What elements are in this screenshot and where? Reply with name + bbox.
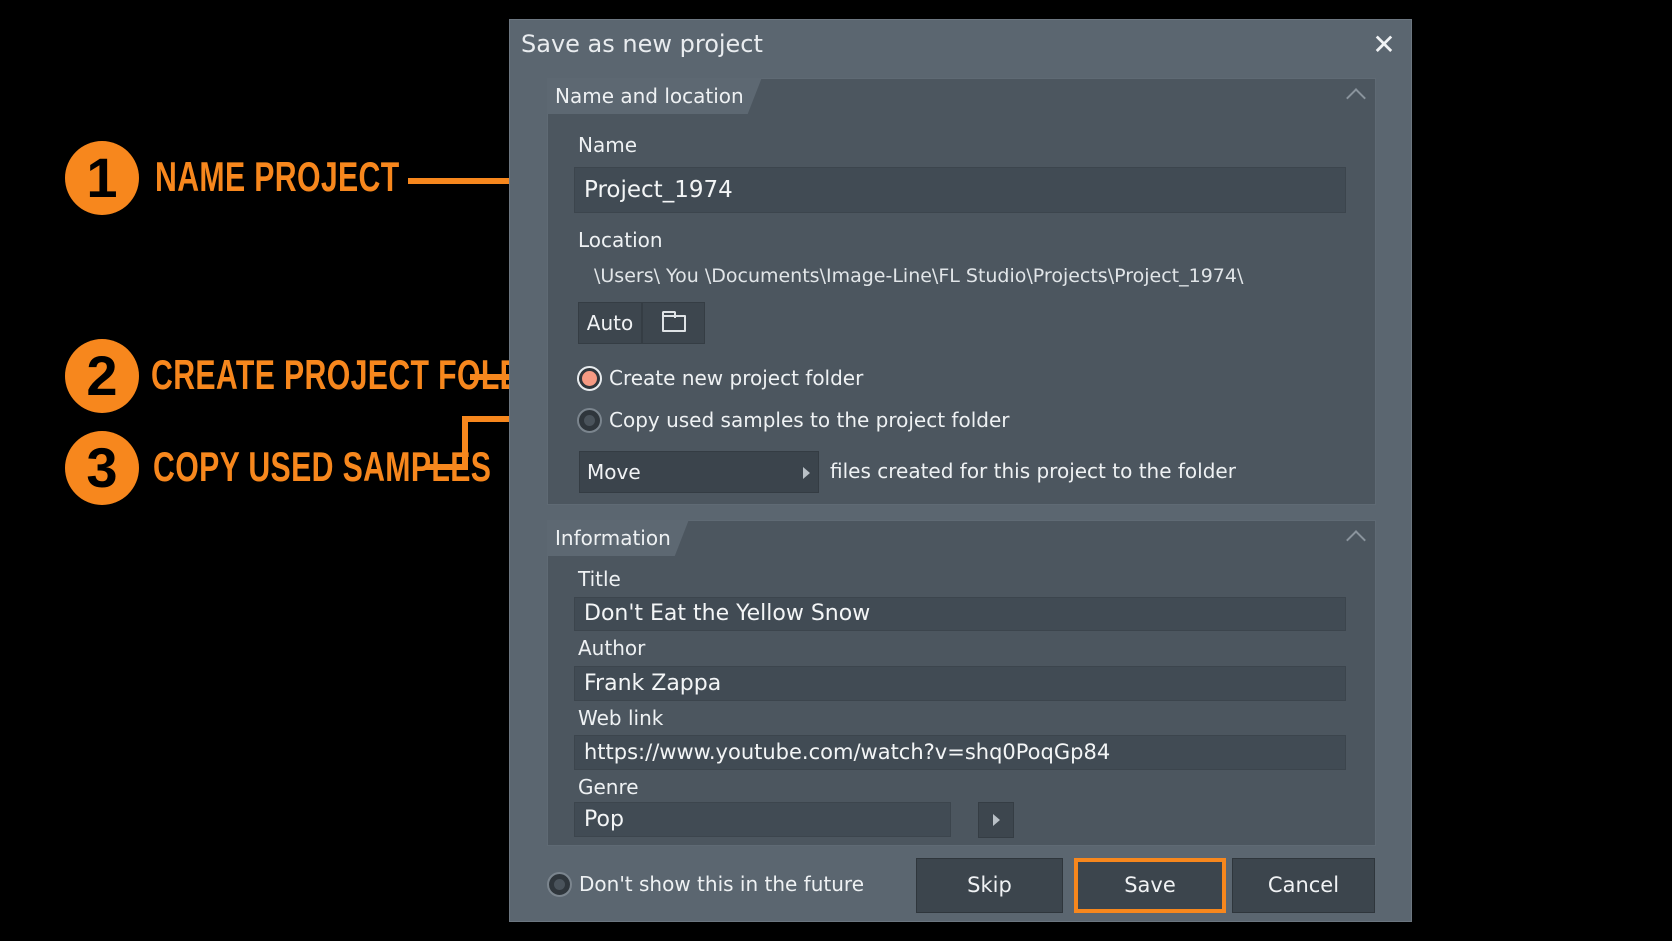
collapse-name-location-icon[interactable] (1346, 88, 1366, 108)
create-folder-radio[interactable] (577, 365, 602, 391)
location-label: Location (578, 228, 663, 252)
folder-icon (661, 311, 686, 332)
cancel-button[interactable]: Cancel (1232, 858, 1375, 913)
annotation-badge-1: 1 (65, 141, 139, 215)
weblink-label: Web link (578, 706, 664, 730)
name-location-section: Name and location Name Project_1974 Loca… (547, 78, 1376, 505)
annotation-badge-2: 2 (65, 339, 139, 413)
author-label: Author (578, 636, 646, 660)
genre-menu-button[interactable] (978, 802, 1014, 838)
copy-samples-radio[interactable] (577, 407, 602, 433)
move-suffix-text: files created for this project to the fo… (830, 459, 1236, 483)
genre-input[interactable]: Pop (574, 802, 951, 837)
dont-show-label: Don't show this in the future (579, 872, 864, 896)
move-dropdown-value: Move (587, 460, 641, 484)
name-input[interactable]: Project_1974 (574, 167, 1346, 213)
annotation-label-1: NAME PROJECT (155, 153, 400, 200)
location-path: \Users\ You \Documents\Image-Line\FL Stu… (594, 265, 1244, 287)
close-icon[interactable]: ✕ (1369, 30, 1399, 60)
location-buttons: Auto (578, 302, 705, 344)
title-input[interactable]: Don't Eat the Yellow Snow (574, 597, 1346, 631)
annotation-label-2: CREATE PROJECT FOLDER (151, 351, 565, 398)
author-input[interactable]: Frank Zappa (574, 666, 1346, 701)
genre-arrow-icon (993, 814, 1000, 826)
save-project-dialog: Save as new project ✕ Name and location … (509, 19, 1412, 922)
information-section: Information Title Don't Eat the Yellow S… (547, 520, 1376, 846)
browse-folder-button[interactable] (642, 302, 705, 344)
dropdown-arrow-icon (803, 467, 810, 479)
move-dropdown[interactable]: Move (579, 451, 819, 493)
dont-show-radio[interactable] (547, 871, 572, 897)
genre-label: Genre (578, 775, 639, 799)
copy-samples-option[interactable]: Copy used samples to the project folder (577, 406, 1009, 434)
information-header[interactable]: Information (547, 520, 689, 556)
annotation-arrow-3b (462, 416, 468, 470)
collapse-information-icon[interactable] (1346, 530, 1366, 550)
annotation-badge-3: 3 (65, 431, 139, 505)
save-button[interactable]: Save (1074, 858, 1226, 913)
create-folder-label: Create new project folder (609, 366, 864, 390)
title-label: Title (578, 567, 621, 591)
dont-show-option[interactable]: Don't show this in the future (547, 870, 864, 898)
create-folder-option[interactable]: Create new project folder (577, 364, 863, 392)
auto-button[interactable]: Auto (578, 302, 642, 344)
skip-button[interactable]: Skip (916, 858, 1063, 913)
annotation-label-3: COPY USED SAMPLES (153, 443, 492, 490)
dialog-title: Save as new project (521, 30, 763, 58)
name-label: Name (578, 133, 638, 157)
copy-samples-label: Copy used samples to the project folder (609, 408, 1010, 432)
name-location-header[interactable]: Name and location (547, 78, 762, 114)
weblink-input[interactable]: https://www.youtube.com/watch?v=shq0PoqG… (574, 735, 1346, 770)
annotation-arrow-3a (426, 464, 468, 470)
